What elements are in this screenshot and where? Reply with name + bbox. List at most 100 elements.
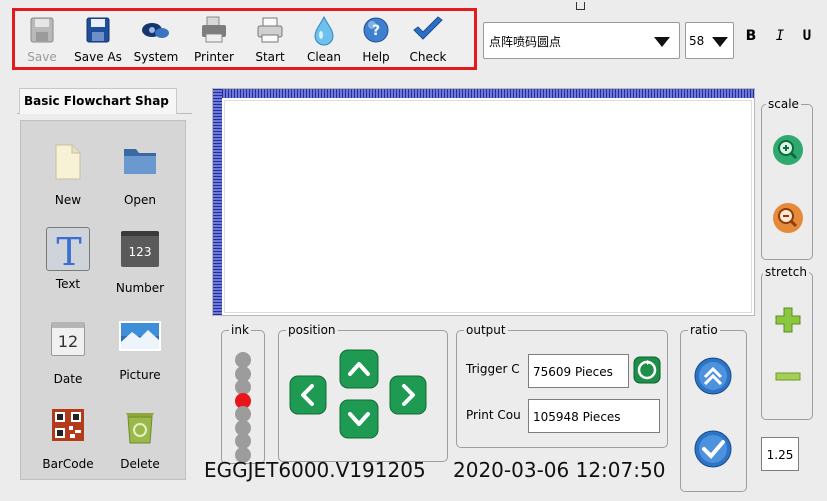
chevron-down-icon — [654, 37, 670, 47]
zoom-out-icon[interactable] — [771, 201, 805, 235]
barcode-tool[interactable]: BarCode — [31, 407, 105, 471]
qr-barcode-icon — [52, 409, 84, 441]
ratio-up-icon[interactable] — [693, 356, 733, 396]
firmware-version: EGGJET6000.V191205 — [204, 458, 426, 482]
ratio-confirm-icon[interactable] — [693, 429, 733, 469]
delete-label: Delete — [120, 457, 160, 471]
position-group: position — [278, 322, 448, 462]
ratio-title: ratio — [688, 322, 720, 338]
save-as-label: Save As — [74, 50, 122, 64]
help-button[interactable]: ? Help — [349, 13, 403, 67]
calendar-glyph: 12 — [57, 332, 79, 351]
date-tool[interactable]: 12 Date — [31, 318, 105, 386]
move-up-icon[interactable] — [339, 349, 379, 389]
calendar-icon: 12 — [51, 322, 85, 356]
font-family-value: 点阵喷码圆点 — [489, 35, 562, 49]
delete-tool[interactable]: Delete — [103, 407, 177, 471]
trigger-count-field[interactable]: 75609 Pieces — [528, 354, 629, 388]
vertical-ruler — [213, 89, 222, 315]
floppy-save-as-icon — [86, 17, 110, 43]
chevron-down-icon — [712, 37, 728, 47]
reset-counter-icon[interactable] — [633, 356, 661, 384]
design-canvas[interactable] — [212, 88, 755, 316]
number-glyph: 123 — [128, 245, 152, 259]
save-button[interactable]: Save — [15, 13, 69, 67]
move-left-icon[interactable] — [289, 375, 327, 415]
check-button[interactable]: Check — [401, 13, 455, 67]
text-label: Text — [55, 277, 81, 291]
svg-text:T: T — [56, 230, 81, 272]
print-area[interactable] — [224, 100, 752, 313]
position-title: position — [286, 322, 338, 338]
help-icon: ? — [363, 17, 389, 43]
folder-icon — [124, 149, 156, 174]
move-down-icon[interactable] — [339, 399, 379, 439]
picture-tool[interactable]: Picture — [103, 318, 177, 382]
start-print-icon — [257, 17, 283, 43]
font-family-select[interactable]: 点阵喷码圆点 — [483, 22, 680, 59]
shape-tab-bar: Basic Flowchart Shap — [17, 88, 192, 114]
print-count-label: Print Cou — [466, 408, 521, 422]
stretch-minus-icon[interactable] — [775, 372, 801, 382]
svg-text:?: ? — [372, 23, 380, 39]
system-button[interactable]: System — [129, 13, 183, 67]
move-right-icon[interactable] — [389, 375, 427, 415]
underline-button[interactable]: U — [797, 28, 817, 44]
new-label: New — [54, 193, 82, 207]
current-datetime: 2020-03-06 12:07:50 — [453, 458, 666, 482]
save-as-button[interactable]: Save As — [71, 13, 125, 67]
output-group: output Trigger C 75609 Pieces Print Cou … — [456, 322, 668, 448]
printer-label: Printer — [194, 50, 234, 64]
system-label: System — [133, 50, 179, 64]
new-document-icon — [55, 144, 81, 180]
number-tool[interactable]: 123 Number — [103, 227, 177, 295]
text-tool[interactable]: T Text — [31, 227, 105, 291]
date-label: Date — [53, 372, 83, 386]
open-tool[interactable]: Open — [103, 143, 177, 207]
recycle-bin-icon — [126, 413, 154, 444]
zoom-in-icon[interactable] — [771, 133, 805, 167]
ink-group: ink — [221, 322, 265, 464]
italic-button[interactable]: I — [770, 28, 790, 44]
font-size-select[interactable]: 58 — [685, 22, 734, 59]
save-label: Save — [27, 50, 57, 64]
check-label: Check — [409, 50, 447, 64]
number-tool-icon: 123 — [121, 231, 159, 267]
open-label: Open — [123, 193, 157, 207]
water-drop-icon — [314, 15, 334, 46]
scale-title: scale — [766, 96, 801, 112]
main-toolbar: Save Save As System Printer Start Clean … — [12, 8, 477, 70]
shape-palette: New Open T Text 123 Number 12 Date Pictu… — [20, 120, 186, 480]
clean-label: Clean — [306, 50, 342, 64]
stretch-plus-icon[interactable] — [775, 307, 801, 333]
floppy-disk-icon — [30, 17, 54, 43]
stretch-value-field[interactable]: 1.25 — [761, 437, 799, 471]
print-count-field[interactable]: 105948 Pieces — [528, 399, 660, 433]
number-label: Number — [115, 281, 165, 295]
font-size-value: 58 — [689, 34, 705, 48]
tab-basic-flowchart-shapes[interactable]: Basic Flowchart Shap — [19, 88, 177, 114]
printer-button[interactable]: Printer — [187, 13, 241, 67]
bold-button[interactable]: B — [741, 28, 761, 44]
text-caret-marker — [576, 2, 585, 10]
text-tool-selection: T — [46, 227, 90, 272]
new-tool[interactable]: New — [31, 143, 105, 207]
system-gear-icon — [142, 23, 169, 38]
help-label: Help — [362, 50, 390, 64]
start-button[interactable]: Start — [243, 13, 297, 67]
printer-icon — [202, 16, 226, 43]
checkmark-icon — [413, 16, 443, 40]
picture-label: Picture — [119, 368, 161, 382]
trigger-count-label: Trigger C — [466, 362, 520, 376]
ink-title: ink — [229, 322, 251, 338]
scale-group: scale — [761, 96, 813, 260]
barcode-label: BarCode — [42, 457, 94, 471]
stretch-title: stretch — [763, 264, 809, 280]
ratio-group: ratio — [680, 322, 747, 492]
clean-button[interactable]: Clean — [297, 13, 351, 67]
picture-icon — [119, 321, 161, 351]
stretch-group: stretch — [761, 264, 813, 420]
text-tool-icon: T — [56, 230, 81, 272]
start-label: Start — [255, 50, 285, 64]
output-title: output — [464, 322, 508, 338]
